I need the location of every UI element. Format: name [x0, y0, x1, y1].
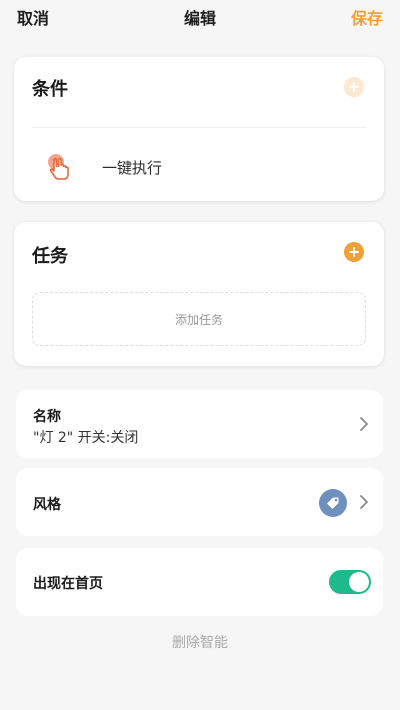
name-row[interactable]: 名称 "灯 2" 开关:关闭 [16, 390, 383, 458]
page-title: 编辑 [183, 9, 216, 28]
tag-icon [319, 489, 347, 517]
condition-item-one-tap[interactable]: 一键执行 [42, 145, 162, 189]
show-on-home-row: 出现在首页 [16, 548, 383, 616]
chevron-right-icon [360, 417, 368, 431]
add-task-placeholder[interactable]: 添加任务 [32, 292, 366, 346]
save-button[interactable]: 保存 [351, 5, 383, 29]
toggle-knob [349, 572, 369, 592]
add-condition-button[interactable] [344, 77, 364, 97]
app-screen: 取消 编辑 保存 条件 一键执行 任务 添加任务 名称 "灯 2" 开关:关闭 … [0, 0, 400, 710]
style-row[interactable]: 风格 [16, 468, 383, 536]
task-card: 任务 添加任务 [14, 222, 384, 366]
add-task-button[interactable] [344, 242, 364, 262]
name-value: "灯 2" 开关:关闭 [33, 430, 139, 446]
name-label: 名称 [33, 409, 61, 425]
card-divider [32, 127, 366, 128]
delete-smart-button[interactable]: 删除智能 [0, 632, 400, 652]
condition-item-label: 一键执行 [102, 158, 163, 177]
condition-title: 条件 [32, 79, 68, 100]
show-on-home-label: 出现在首页 [33, 576, 103, 592]
condition-card: 条件 一键执行 [14, 57, 384, 201]
show-on-home-toggle[interactable] [329, 570, 371, 594]
style-label: 风格 [33, 497, 61, 513]
chevron-right-icon [360, 495, 368, 509]
task-title: 任务 [32, 246, 68, 267]
plus-circle-icon [349, 82, 359, 92]
top-nav-bar: 取消 编辑 保存 [0, 0, 400, 34]
tap-hand-icon [42, 150, 76, 184]
plus-circle-icon [349, 247, 359, 257]
